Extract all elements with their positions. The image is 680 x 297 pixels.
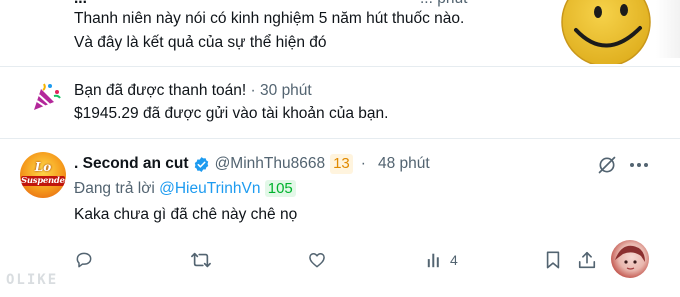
replying-to-handle[interactable]: @HieuTrinhVn: [159, 180, 260, 197]
display-name[interactable]: . Second an cut: [74, 154, 189, 174]
reply-icon: [76, 252, 92, 268]
replying-badge-count: 105: [264, 180, 296, 197]
retweet-button[interactable]: [190, 249, 212, 271]
views-button[interactable]: 4: [426, 249, 458, 271]
views-icon: [427, 253, 439, 268]
current-user-avatar[interactable]: [611, 240, 649, 278]
tweet-header: . Second an cut @MinhThu8668 13 · 48 phú…: [74, 154, 430, 174]
handle[interactable]: @MinhThu8668: [215, 154, 326, 174]
reply-button[interactable]: [74, 249, 94, 271]
replying-to-row: Đang trả lời @HieuTrinhVn 105: [74, 179, 296, 199]
smiley-icon: [561, 0, 651, 67]
avatar-text-top: Lo: [34, 160, 52, 174]
avatar-text-bottom: Suspended: [21, 176, 66, 186]
views-count: 4: [450, 252, 458, 268]
prev-tweet-line-1: Thanh niên này nói có kinh nghiệm 5 năm …: [74, 10, 465, 27]
replying-prefix: Đang trả lời: [74, 180, 155, 197]
handle-badge-count: 13: [330, 154, 353, 174]
notification-title-row[interactable]: Bạn đã được thanh toán! · 30 phút: [74, 81, 312, 101]
avatar[interactable]: Lo Suspended: [20, 152, 66, 198]
divider-2: [0, 138, 680, 139]
smiley-image[interactable]: [558, 0, 658, 67]
prev-tweet-cut-line: ...: [74, 0, 87, 9]
share-button[interactable]: [577, 249, 597, 271]
bookmark-button[interactable]: [544, 249, 562, 271]
prev-tweet-line-2: Và đây là kết quả của sự thể hiện đó: [74, 34, 327, 51]
share-icon: [578, 251, 596, 269]
notification-body: $1945.29 đã được gửi vào tài khoản của b…: [74, 105, 389, 122]
notification-title: Bạn đã được thanh toán!: [74, 82, 247, 99]
header-separator: ·: [360, 155, 366, 172]
image-edge-shade: [656, 0, 680, 58]
prev-tweet-cut-time: ... phút: [420, 0, 467, 9]
watermark: OLIKE: [6, 272, 59, 288]
like-button[interactable]: [307, 249, 327, 271]
party-popper-icon: [30, 80, 62, 112]
avatar-illustration: [615, 245, 645, 270]
prev-tweet-cut-text: ...: [74, 0, 87, 7]
grok-icon[interactable]: [597, 155, 617, 175]
notification-time: 30 phút: [260, 82, 312, 99]
verified-icon: [193, 156, 210, 173]
more-icon[interactable]: [628, 156, 650, 174]
tweet-text: Kaka chưa gì đã chê này chê nọ: [74, 206, 298, 223]
bookmark-icon: [546, 251, 560, 269]
retweet-icon: [191, 252, 211, 268]
divider-1: [0, 66, 680, 67]
like-icon: [309, 253, 325, 268]
notification-separator: ·: [250, 82, 256, 99]
tweet-time[interactable]: 48 phút: [378, 154, 430, 174]
